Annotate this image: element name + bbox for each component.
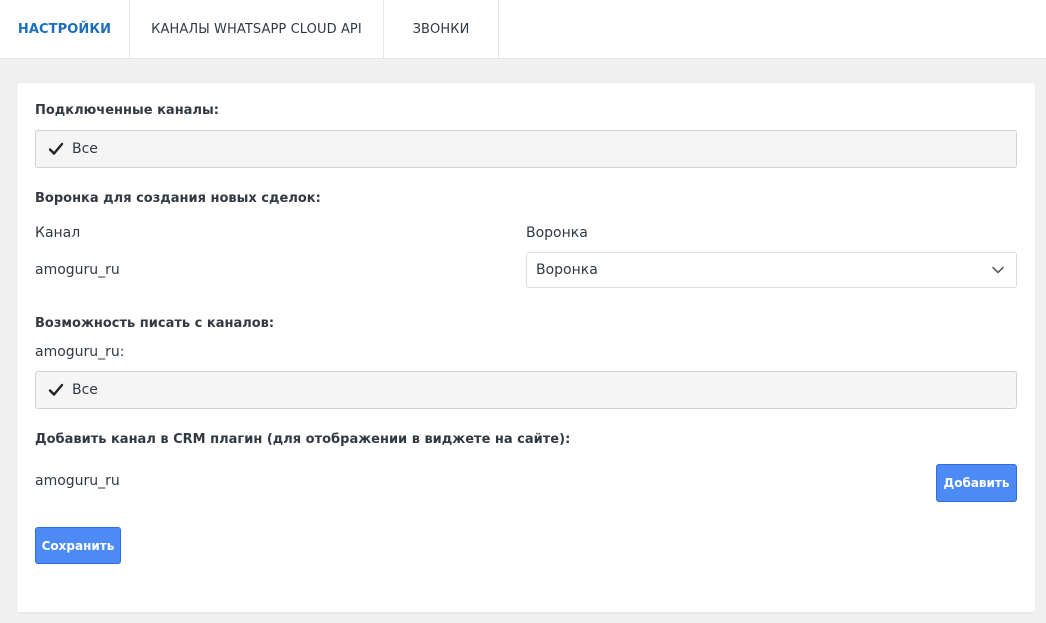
pipeline-channel-column-label: Канал xyxy=(35,225,81,241)
write-from-select[interactable]: Все xyxy=(35,371,1017,409)
checkmark-icon[interactable] xyxy=(48,141,64,157)
tab-calls[interactable]: ЗВОНКИ xyxy=(384,0,499,58)
connected-channels-select[interactable]: Все xyxy=(35,130,1017,168)
settings-card: Подключенные каналы: Все Воронка для соз… xyxy=(17,83,1035,612)
chevron-down-icon xyxy=(992,266,1004,274)
pipeline-select[interactable]: Воронка xyxy=(526,252,1017,288)
save-button[interactable]: Сохранить xyxy=(35,527,121,564)
crm-plugin-heading: Добавить канал в CRM плагин (для отображ… xyxy=(35,432,571,447)
pipeline-channel-name: amoguru_ru xyxy=(35,262,120,278)
pipeline-column-label: Воронка xyxy=(526,225,588,241)
tab-whatsapp-cloud-api[interactable]: КАНАЛЫ WHATSAPP CLOUD API xyxy=(130,0,384,58)
pipeline-select-value: Воронка xyxy=(536,262,598,278)
tab-bar: НАСТРОЙКИ КАНАЛЫ WHATSAPP CLOUD API ЗВОН… xyxy=(0,0,1046,59)
tab-settings[interactable]: НАСТРОЙКИ xyxy=(0,0,130,58)
write-from-checkbox-label: Все xyxy=(72,382,98,398)
write-from-heading: Возможность писать с каналов: xyxy=(35,316,275,331)
connected-channels-checkbox-label: Все xyxy=(72,141,98,157)
write-from-channel-label: amoguru_ru: xyxy=(35,344,125,360)
pipeline-heading: Воронка для создания новых сделок: xyxy=(35,191,321,206)
connected-channels-heading: Подключенные каналы: xyxy=(35,103,219,118)
checkmark-icon[interactable] xyxy=(48,382,64,398)
crm-plugin-channel-name: amoguru_ru xyxy=(35,473,120,489)
add-to-crm-plugin-button[interactable]: Добавить xyxy=(936,464,1017,502)
